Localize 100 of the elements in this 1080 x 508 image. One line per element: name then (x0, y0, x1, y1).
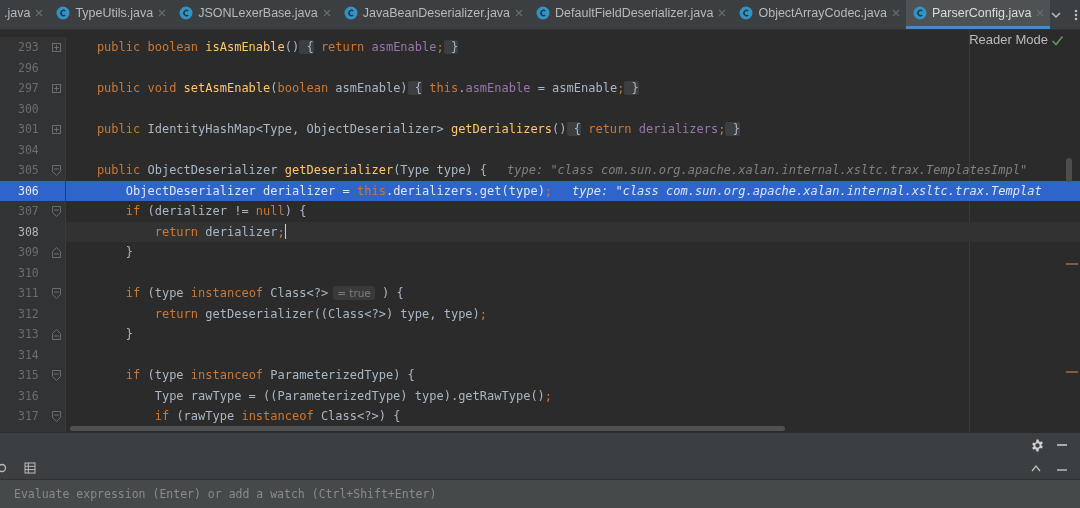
fold-icon[interactable] (52, 287, 61, 299)
fold-icon[interactable] (52, 205, 61, 217)
expression-input[interactable]: Evaluate expression (Enter) or add a watch (Ctrl+Shift+Enter) (0, 479, 1080, 508)
code-token: } (124, 327, 134, 342)
close-icon[interactable] (892, 9, 900, 17)
close-icon[interactable] (515, 9, 524, 17)
text-caret (284, 224, 287, 240)
code-token: public (95, 122, 141, 137)
code-token: instanceof (189, 368, 264, 383)
fold-icon[interactable] (52, 369, 61, 381)
code-token: if (153, 409, 170, 424)
code-token: Type rawType = ((ParameterizedType) type).getRawType() (153, 388, 545, 403)
code-token: ParameterizedType) { (269, 368, 415, 383)
code-token: ( (270, 81, 278, 96)
code-token: ; (277, 224, 285, 239)
file-tab[interactable]: JavaBeanDeserializer.java (336, 0, 530, 29)
code-token: (Type type) { (393, 163, 488, 178)
code-token: ; (718, 122, 726, 137)
code-token: ) { (381, 286, 404, 301)
code-token: derializer (204, 224, 278, 239)
scrollbar-thumb[interactable] (70, 426, 785, 431)
code-token: void (146, 81, 177, 96)
close-icon[interactable] (158, 9, 167, 17)
more-icon[interactable] (1074, 8, 1079, 21)
table-icon[interactable] (24, 462, 36, 474)
code-token: . (385, 183, 394, 198)
fold-expand-icon[interactable] (52, 123, 61, 135)
code-token: boolean (277, 81, 329, 96)
fold-icon[interactable] (52, 246, 61, 258)
code-token: Class<?> (269, 286, 329, 301)
code-token: setAsmEnable (182, 81, 271, 96)
fold-expand-icon[interactable] (52, 82, 61, 94)
code-token: getDerializers (449, 122, 553, 137)
code-token: ; (617, 81, 625, 96)
code-token: asmEnable) (334, 81, 408, 96)
code-token: instanceof (189, 286, 264, 301)
class-icon (739, 6, 754, 20)
fold-icon[interactable] (52, 164, 61, 176)
line-number: 308 (18, 224, 39, 239)
code-token: return (153, 224, 199, 239)
inline-value-hint: type: "class com.sun.org.apache.xalan.internal.xsltc.trax.TemplatesImpl" (507, 163, 1028, 178)
close-icon[interactable] (718, 9, 727, 17)
code-token: derializers (393, 183, 473, 198)
code-token: this (428, 81, 459, 96)
file-tab[interactable]: .java (0, 0, 50, 29)
close-icon[interactable] (35, 9, 44, 17)
code-token: if (124, 286, 141, 301)
code-token: } (124, 245, 134, 260)
code-token: ; (436, 40, 444, 55)
code-token: () (552, 122, 567, 137)
code-token: asmEnable (370, 40, 437, 55)
file-tab[interactable]: TypeUtils.java (49, 0, 173, 29)
code-token: asmEnable (465, 81, 531, 96)
inlay-hint: = true (333, 286, 375, 301)
code-token: derializers (637, 122, 719, 137)
close-icon[interactable] (1036, 9, 1045, 17)
code-token: getDeserializer((Class<?>) type, type) (204, 306, 480, 321)
line-number: 314 (18, 347, 39, 362)
code-token: ObjectDeserializer (146, 163, 278, 178)
scrollbar-thumb[interactable] (1066, 158, 1072, 182)
check-icon (1051, 34, 1064, 47)
error-stripe-mark (1066, 371, 1078, 373)
file-tab[interactable]: JSONLexerBase.java (172, 0, 337, 29)
code-token: ; (479, 306, 488, 321)
code-token: } (725, 122, 740, 137)
class-icon (536, 6, 551, 20)
line-number: 301 (18, 122, 39, 137)
file-tab[interactable]: ObjectArrayCodec.java (732, 0, 906, 29)
code-token: if (124, 204, 141, 219)
code-token: } (443, 40, 459, 55)
code-token: (type (146, 368, 184, 383)
line-number: 317 (18, 409, 39, 424)
code-token: (derializer != (146, 204, 250, 219)
code-token: { (566, 122, 581, 137)
line-number: 310 (18, 265, 39, 280)
file-tab[interactable]: DefaultFieldDeserializer.java (529, 0, 733, 29)
inline-value-hint: type: "class com.sun.org.apache.xalan.internal.xsltc.trax.Templat (572, 183, 1042, 198)
line-number: 307 (18, 204, 39, 219)
file-tab[interactable]: ParserConfig.java (906, 0, 1051, 29)
code-token: return (319, 40, 365, 55)
code-token: . (458, 81, 466, 96)
settings-icon[interactable] (1031, 438, 1044, 452)
error-stripe-mark (1066, 263, 1078, 265)
code-token: (type (146, 286, 184, 301)
code-token: null (255, 204, 285, 219)
fold-icon[interactable] (52, 410, 61, 422)
code-token: boolean (146, 40, 199, 55)
code-token: = asmEnable (536, 81, 618, 96)
code-token: { (299, 40, 314, 55)
close-icon[interactable] (322, 9, 331, 17)
code-token: if (124, 368, 141, 383)
fold-expand-icon[interactable] (52, 41, 61, 53)
line-number: 300 (18, 101, 39, 116)
code-token: Class<?>) { (319, 409, 401, 424)
code-token: ; (544, 388, 553, 403)
line-number: 306 (18, 183, 39, 198)
reader-mode-link[interactable]: Reader Mode (969, 32, 1048, 47)
line-number: 311 (18, 286, 39, 301)
fold-icon[interactable] (52, 328, 61, 340)
line-number: 312 (18, 306, 39, 321)
